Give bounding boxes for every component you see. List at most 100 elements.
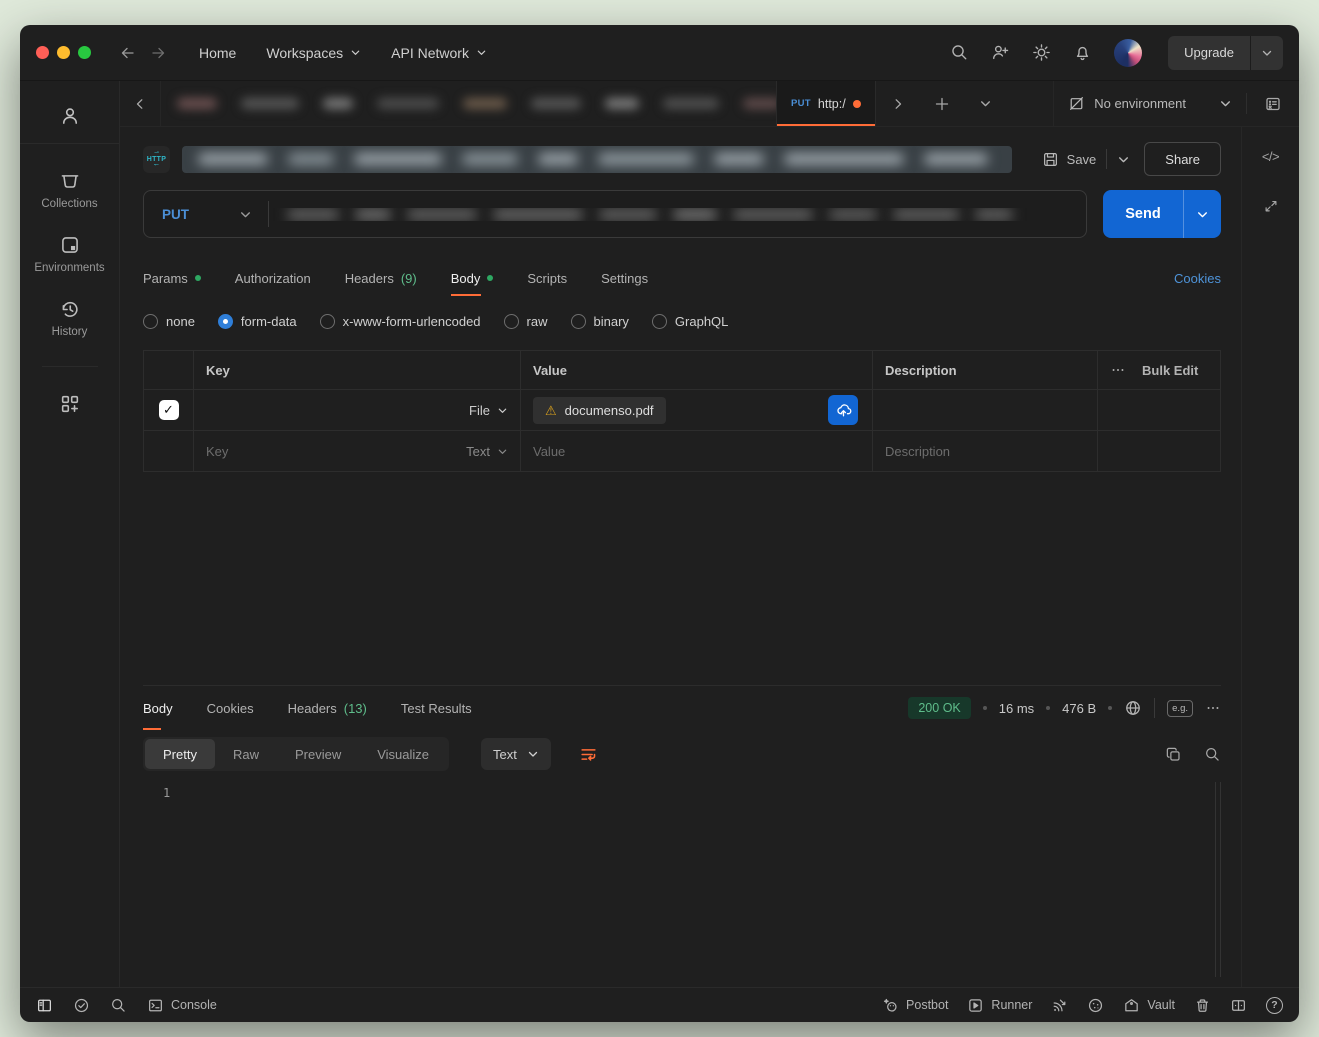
send-options-button[interactable] — [1183, 190, 1221, 238]
share-button[interactable]: Share — [1144, 142, 1221, 176]
postbot-button[interactable]: Postbot — [882, 997, 948, 1014]
environment-selector[interactable]: No environment — [1053, 81, 1246, 126]
key-type-select[interactable]: Text — [466, 444, 508, 459]
redacted-request-url[interactable] — [269, 208, 1086, 221]
sidebar-item-history[interactable]: History — [52, 286, 88, 350]
network-globe-icon[interactable] — [1124, 699, 1142, 717]
mode-x-www-form-urlencoded[interactable]: x-www-form-urlencoded — [320, 314, 481, 329]
sidebar-configure-tools-button[interactable] — [59, 381, 81, 427]
tab-params[interactable]: Params — [143, 260, 201, 296]
tab-headers[interactable]: Headers(9) — [345, 260, 417, 296]
code-snippet-button[interactable]: </> — [1262, 149, 1279, 164]
collections-icon — [59, 170, 81, 192]
mode-form-data[interactable]: form-data — [218, 314, 297, 329]
tab-settings[interactable]: Settings — [601, 260, 648, 296]
mode-graphql[interactable]: GraphQL — [652, 314, 728, 329]
expand-pane-button[interactable] — [1263, 198, 1279, 214]
view-pretty[interactable]: Pretty — [145, 739, 215, 769]
editor-scrollbar[interactable] — [1215, 782, 1221, 977]
search-icon[interactable] — [950, 43, 969, 62]
maximize-window-button[interactable] — [78, 46, 91, 59]
chevron-down-icon — [497, 405, 508, 416]
save-button[interactable]: Save — [1042, 151, 1097, 168]
form-key-input[interactable] — [206, 444, 466, 459]
copy-icon[interactable] — [1165, 746, 1182, 763]
mode-binary[interactable]: binary — [571, 314, 629, 329]
cookies-link[interactable]: Cookies — [1174, 271, 1221, 286]
mode-none[interactable]: none — [143, 314, 195, 329]
tabs-scroll-left-button[interactable] — [120, 81, 160, 126]
key-type-select[interactable]: File — [469, 403, 508, 418]
environment-quick-look-button[interactable] — [1247, 81, 1299, 126]
new-tab-button[interactable] — [920, 81, 964, 126]
tabs-scroll-right-button[interactable] — [876, 81, 920, 126]
file-value-chip[interactable]: ⚠ documenso.pdf — [533, 397, 666, 424]
wrap-lines-button[interactable] — [579, 745, 598, 764]
row-checkbox-checked[interactable] — [159, 400, 179, 420]
nav-home[interactable]: Home — [199, 45, 236, 61]
mode-raw[interactable]: raw — [504, 314, 548, 329]
close-window-button[interactable] — [36, 46, 49, 59]
resp-tab-test-results[interactable]: Test Results — [401, 686, 472, 730]
nav-api-network[interactable]: API Network — [391, 45, 487, 61]
tab-body[interactable]: Body — [451, 260, 494, 296]
view-visualize[interactable]: Visualize — [359, 739, 447, 769]
notifications-bell-icon[interactable] — [1073, 43, 1092, 62]
nav-workspaces[interactable]: Workspaces — [266, 45, 361, 61]
table-row-empty: Text — [144, 430, 1220, 471]
minimize-window-button[interactable] — [57, 46, 70, 59]
trash-icon[interactable] — [1194, 997, 1211, 1014]
console-button[interactable]: Console — [147, 997, 217, 1014]
upgrade-button[interactable]: Upgrade — [1168, 45, 1250, 60]
view-preview[interactable]: Preview — [277, 739, 359, 769]
more-options-icon[interactable] — [1110, 362, 1126, 378]
send-button[interactable]: Send — [1103, 206, 1183, 222]
upload-file-button[interactable] — [828, 395, 858, 425]
split-panes-icon[interactable] — [1230, 997, 1247, 1014]
nav-forward-button[interactable] — [143, 38, 173, 68]
cookies-icon[interactable] — [1087, 997, 1104, 1014]
user-avatar[interactable] — [1114, 39, 1142, 67]
invite-user-icon[interactable] — [991, 43, 1010, 62]
capture-requests-icon[interactable] — [1051, 997, 1068, 1014]
resp-tab-headers[interactable]: Headers(13) — [288, 686, 367, 730]
method-selector[interactable]: PUT — [144, 207, 268, 222]
sidebar-profile-button[interactable] — [59, 99, 81, 143]
response-pane: Body Cookies Headers(13) Test Results 20… — [143, 685, 1221, 987]
sidebar-item-environments[interactable]: Environments — [34, 222, 104, 286]
tab-options-button[interactable] — [964, 81, 1008, 126]
active-request-tab[interactable]: PUT http:/ — [776, 81, 876, 126]
resp-tab-body[interactable]: Body — [143, 686, 173, 730]
http-request-badge-icon: ⇀ HTTP ↽ — [143, 146, 170, 173]
response-more-options-icon[interactable] — [1205, 700, 1221, 716]
search-response-icon[interactable] — [1204, 746, 1221, 763]
settings-gear-icon[interactable] — [1032, 43, 1051, 62]
nav-back-button[interactable] — [113, 38, 143, 68]
form-key-input[interactable] — [206, 403, 469, 418]
form-value-input[interactable] — [533, 444, 860, 459]
response-body-editor[interactable]: 1 — [143, 778, 1221, 987]
tab-authorization[interactable]: Authorization — [235, 260, 311, 296]
warning-icon: ⚠ — [545, 404, 557, 417]
find-icon[interactable] — [110, 997, 127, 1014]
checkpoint-icon[interactable] — [73, 997, 90, 1014]
save-as-example-button[interactable]: e.g. — [1167, 700, 1193, 717]
runner-button[interactable]: Runner — [967, 997, 1032, 1014]
view-raw[interactable]: Raw — [215, 739, 277, 769]
upgrade-menu-button[interactable] — [1251, 36, 1283, 70]
toggle-sidebar-icon[interactable] — [36, 997, 53, 1014]
file-name: documenso.pdf — [565, 403, 654, 418]
resp-tab-cookies[interactable]: Cookies — [207, 686, 254, 730]
response-format-select[interactable]: Text — [481, 738, 551, 770]
form-description-input[interactable] — [885, 403, 1085, 418]
tab-scripts[interactable]: Scripts — [527, 260, 567, 296]
save-options-button[interactable] — [1117, 153, 1130, 166]
bulk-edit-button[interactable]: Bulk Edit — [1142, 363, 1198, 378]
form-description-input[interactable] — [885, 444, 1085, 459]
redacted-request-tabs[interactable] — [160, 81, 776, 126]
vault-button[interactable]: Vault — [1123, 997, 1175, 1014]
status-badge[interactable]: 200 OK — [908, 697, 970, 719]
redacted-request-title[interactable] — [182, 146, 1012, 173]
help-button[interactable]: ? — [1266, 997, 1283, 1014]
sidebar-item-collections[interactable]: Collections — [41, 158, 97, 222]
